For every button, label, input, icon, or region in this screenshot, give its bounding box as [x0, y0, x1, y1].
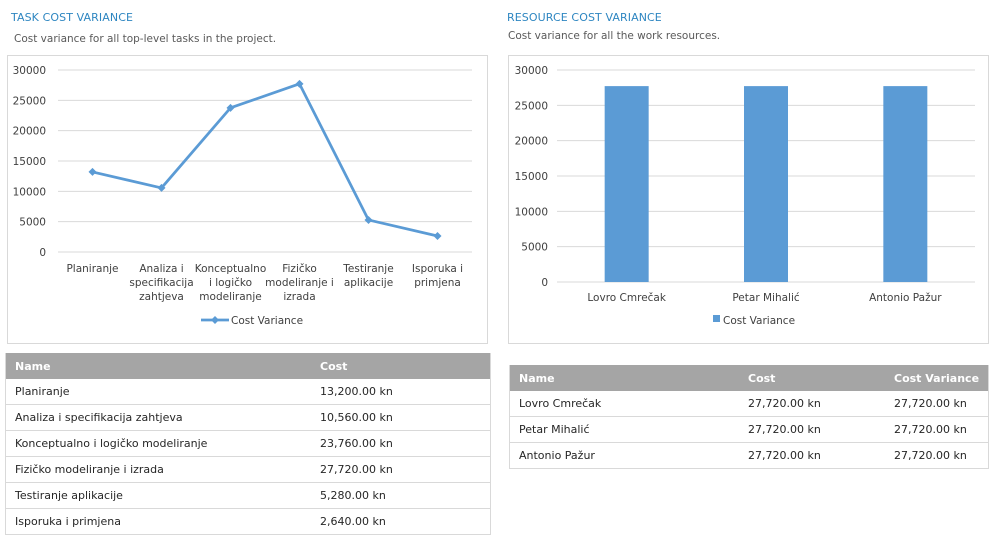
resource-cost-table: Name Cost Cost Variance Lovro Cmrečak 27,… [509, 365, 989, 469]
data-point [88, 167, 97, 176]
table-cell: 27,720.00 kn [739, 416, 885, 443]
x-tick-label: Fizičko [282, 263, 317, 275]
column-header-cost: Cost [739, 365, 885, 391]
y-tick-label: 15000 [13, 156, 46, 168]
legend-swatch-icon [713, 315, 720, 322]
table-row: Isporuka i primjena 2,640.00 kn [5, 508, 491, 535]
table-cell: Planiranje [5, 379, 311, 405]
y-tick-label: 25000 [515, 100, 548, 112]
table-cell: 10,560.00 kn [311, 404, 491, 431]
table-row: Analiza i specifikacija zahtjeva 10,560.0… [5, 404, 491, 431]
table-cell: Konceptualno i logičko modeliranje [5, 430, 311, 457]
y-tick-label: 0 [541, 277, 548, 289]
task-chart: 30000 25000 20000 15000 10000 5000 0 Planiranje… [7, 55, 488, 344]
x-tick-label: Konceptualno [195, 263, 267, 275]
y-tick-label: 25000 [13, 95, 46, 107]
y-tick-label: 5000 [19, 217, 46, 229]
table-cell: Analiza i specifikacija zahtjeva [5, 404, 311, 431]
x-tick-label: izrada [283, 291, 315, 303]
y-tick-label: 5000 [521, 242, 548, 254]
y-tick-label: 10000 [515, 206, 548, 218]
x-tick-label: Petar Mihalić [732, 292, 800, 304]
bar [883, 86, 928, 282]
table-cell: 27,720.00 kn [885, 391, 989, 417]
legend-label: Cost Variance [231, 315, 303, 327]
column-header-name: Name [5, 353, 311, 379]
task-cost-table: Name Cost Planiranje 13,200.00 kn Analiza … [5, 353, 491, 535]
x-tick-label: i logičko [209, 277, 252, 289]
table-row: Antonio Pažur 27,720.00 kn 27,720.00 kn [509, 442, 989, 469]
table-row: Planiranje 13,200.00 kn [5, 379, 491, 405]
y-tick-label: 20000 [515, 136, 548, 148]
x-tick-label: Lovro Cmrečak [587, 292, 666, 304]
table-cell: Isporuka i primjena [5, 508, 311, 535]
table-cell: 27,720.00 kn [885, 442, 989, 469]
table-row: Fizičko modeliranje i izrada 27,720.00 kn [5, 456, 491, 483]
column-header-name: Name [509, 365, 739, 391]
table-row: Petar Mihalić 27,720.00 kn 27,720.00 kn [509, 416, 989, 443]
resource-section-title: RESOURCE COST VARIANCE [507, 11, 662, 24]
y-tick-label: 20000 [13, 126, 46, 138]
x-tick-label: Testiranje [342, 263, 393, 275]
table-cell: 23,760.00 kn [311, 430, 491, 457]
table-cell: 2,640.00 kn [311, 508, 491, 535]
resource-section-subtitle: Cost variance for all the work resources… [508, 30, 721, 42]
series-line [92, 82, 438, 238]
x-tick-label: aplikacije [344, 277, 393, 289]
x-tick-label: Antonio Pažur [869, 292, 942, 304]
y-tick-label: 10000 [13, 186, 46, 198]
y-tick-label: 15000 [515, 171, 548, 183]
table-cell: Lovro Cmrečak [509, 391, 739, 417]
task-section-title: TASK COST VARIANCE [11, 11, 134, 24]
table-cell: Petar Mihalić [509, 416, 739, 443]
table-cell: 5,280.00 kn [311, 482, 491, 509]
bar [604, 86, 649, 282]
bar [744, 86, 788, 282]
data-point [433, 231, 442, 240]
resource-bar-chart-svg: 30000 25000 20000 15000 10000 5000 0 Lovro Cmre… [515, 65, 975, 327]
y-tick-label: 0 [39, 247, 46, 259]
table-cell: Antonio Pažur [509, 442, 739, 469]
x-tick-label: specifikacija [129, 277, 193, 289]
x-tick-label: Analiza i [139, 263, 183, 275]
table-header-row: Name Cost Cost Variance [509, 365, 989, 391]
x-tick-label: primjena [414, 277, 461, 289]
table-row: Konceptualno i logičko modeliranje 23,760… [5, 430, 491, 457]
x-tick-label: Isporuka i [412, 263, 463, 275]
resource-chart: 30000 25000 20000 15000 10000 5000 0 Lovro Cmre… [508, 55, 989, 344]
x-tick-label: modeliranje i [265, 277, 334, 289]
x-tick-label: zahtjeva [139, 291, 184, 303]
table-row: Testiranje aplikacije 5,280.00 kn [5, 482, 491, 509]
table-cell: 27,720.00 kn [885, 416, 989, 443]
x-tick-label: Planiranje [66, 263, 118, 275]
table-cell: 27,720.00 kn [311, 456, 491, 483]
table-cell: Fizičko modeliranje i izrada [5, 456, 311, 483]
legend-label: Cost Variance [723, 315, 795, 327]
y-tick-label: 30000 [515, 65, 548, 77]
legend-marker-icon [211, 316, 219, 324]
table-cell: 13,200.00 kn [311, 379, 491, 405]
x-tick-label: modeliranje [199, 291, 261, 303]
column-header-cost: Cost [311, 353, 491, 379]
y-tick-label: 30000 [13, 65, 46, 77]
table-header-row: Name Cost [5, 353, 491, 379]
table-cell: 27,720.00 kn [739, 442, 885, 469]
table-cell: Testiranje aplikacije [5, 482, 311, 509]
task-section-subtitle: Cost variance for all top-level tasks in… [14, 33, 277, 45]
table-row: Lovro Cmrečak 27,720.00 kn 27,720.00 kn [509, 391, 989, 417]
column-header-cost-variance: Cost Variance [885, 365, 989, 391]
table-cell: 27,720.00 kn [739, 391, 885, 417]
task-line-chart-svg: 30000 25000 20000 15000 10000 5000 0 Planiranje… [13, 65, 472, 327]
